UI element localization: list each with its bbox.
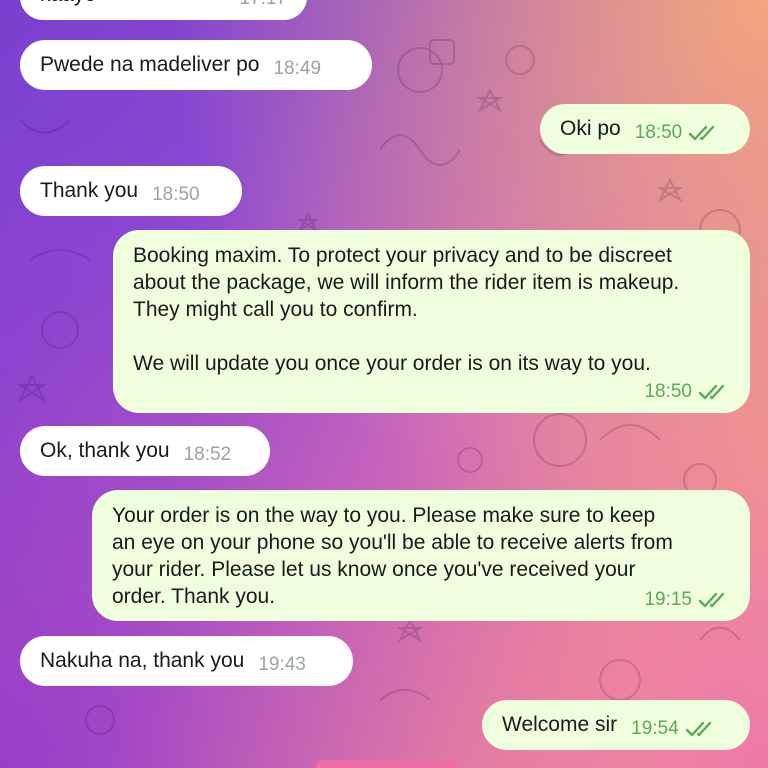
message-bubble-outgoing[interactable]: Oki po 18:50: [540, 104, 750, 154]
message-bubble-incoming[interactable]: Ok, thank you 18:52: [20, 426, 270, 476]
message-time: 18:50: [634, 122, 683, 143]
message-text: Your order is on the way to you. Please …: [112, 504, 673, 608]
message-time: 18:50: [644, 381, 692, 402]
message-text: Ok, thank you kaayo: [40, 0, 225, 20]
message-meta: 18:50: [635, 119, 721, 154]
message-bubble-incoming[interactable]: Nakuha na, thank you 19:43: [20, 636, 353, 686]
message-time: 18:50: [152, 184, 200, 205]
message-text: Thank you: [40, 179, 139, 202]
message-text: Booking maxim. To protect your privacy a…: [133, 244, 680, 375]
message-bubble-incoming[interactable]: Ok, thank you kaayo 17:17: [20, 0, 307, 20]
message-bubble-incoming[interactable]: Pwede na madeliver po 18:49: [20, 40, 372, 90]
double-check-icon: [689, 125, 715, 140]
message-time: 17:17: [239, 0, 287, 20]
message-meta: 18:50: [644, 378, 730, 405]
double-check-icon: [685, 721, 711, 736]
message-text: Oki po: [560, 117, 621, 140]
message-text: Nakuha na, thank you: [40, 649, 245, 672]
message-time: 19:54: [631, 718, 679, 739]
message-time: 19:43: [258, 654, 306, 675]
bottom-partial-element: [316, 760, 460, 768]
message-text: Welcome sir: [502, 713, 618, 736]
message-bubble-outgoing[interactable]: Your order is on the way to you. Please …: [92, 490, 750, 621]
message-bubble-outgoing[interactable]: Booking maxim. To protect your privacy a…: [113, 230, 750, 413]
message-time: 19:15: [644, 589, 692, 610]
message-bubble-outgoing[interactable]: Welcome sir 19:54: [482, 700, 750, 750]
message-text: Ok, thank you: [40, 439, 170, 462]
message-text: Pwede na madeliver po: [40, 53, 260, 76]
message-meta: 19:15: [644, 586, 730, 613]
message-bubble-incoming[interactable]: Thank you 18:50: [20, 166, 242, 216]
message-time: 18:52: [183, 444, 232, 465]
double-check-icon: [698, 384, 725, 399]
double-check-icon: [698, 592, 725, 607]
message-meta: 19:54: [631, 715, 717, 750]
message-time: 18:49: [273, 58, 322, 79]
